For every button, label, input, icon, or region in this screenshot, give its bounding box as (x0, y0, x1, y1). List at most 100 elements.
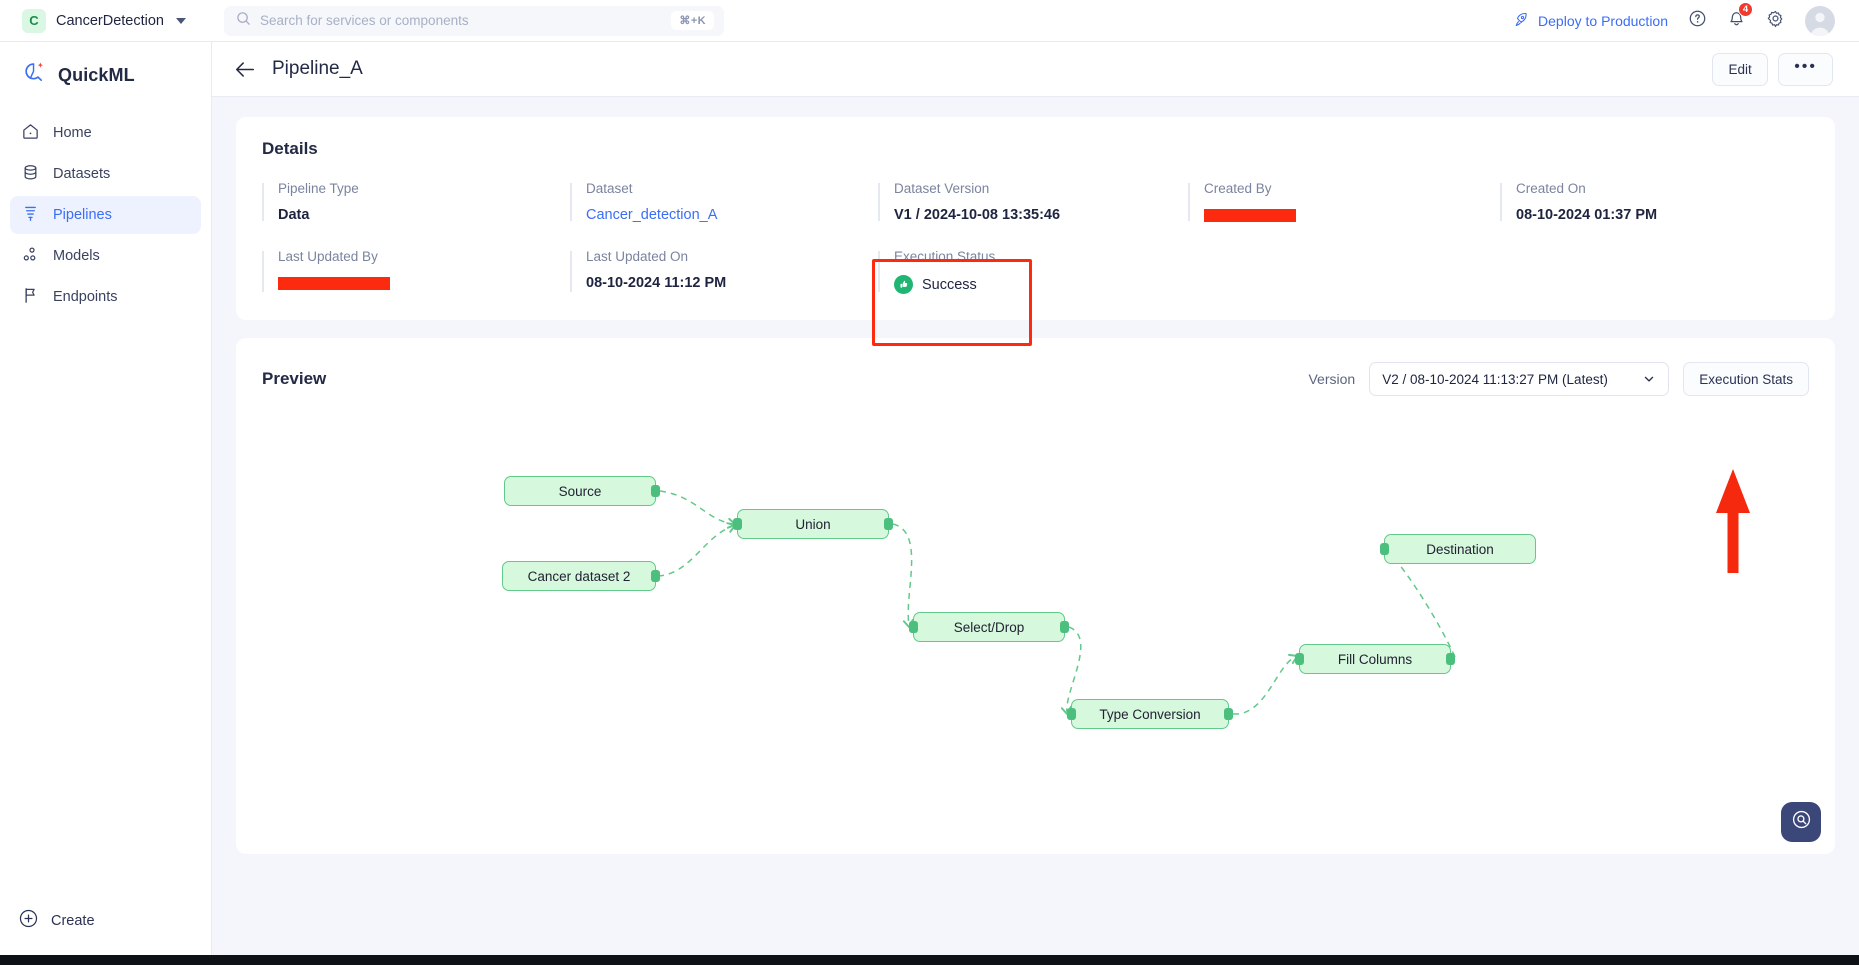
redacted-value (1204, 208, 1296, 222)
page-title: Pipeline_A (272, 58, 363, 79)
brand-name: QuickML (58, 64, 135, 85)
notification-badge: 4 (1738, 1, 1753, 17)
org-avatar: C (22, 8, 46, 33)
settings-button[interactable] (1766, 9, 1785, 33)
field-label: Dataset Version (894, 181, 990, 196)
chevron-down-icon (1642, 372, 1656, 386)
page-header-actions: Edit ••• (1712, 52, 1833, 86)
sidebar-item-pipelines[interactable]: Pipelines (10, 196, 201, 234)
field-label: Created By (1204, 181, 1272, 196)
node-handle-left[interactable] (733, 518, 742, 530)
preview-title: Preview (262, 369, 327, 388)
search-input[interactable] (260, 13, 663, 28)
version-selected-value: V2 / 08-10-2024 11:13:27 PM (Latest) (1382, 371, 1608, 387)
sidebar-nav: Home Datasets Pipelines Models Endpoints (0, 110, 211, 316)
field-value (1204, 207, 1500, 223)
flow-node-label: Fill Columns (1337, 651, 1413, 667)
dataset-link[interactable]: Cancer_detection_A (586, 207, 878, 223)
node-handle-right[interactable] (1060, 621, 1069, 633)
sidebar: QuickML Home Datasets Pipelines Models E… (0, 42, 212, 965)
org-switcher[interactable]: C CancerDetection (0, 8, 212, 33)
notifications-button[interactable]: 4 (1727, 1, 1753, 33)
node-handle-left[interactable] (1067, 708, 1076, 720)
help-button[interactable] (1688, 9, 1707, 33)
field-execution-status: Execution Status Success (878, 249, 1188, 294)
status-text: Success (922, 276, 977, 293)
chevron-down-icon (176, 17, 186, 24)
details-title: Details (262, 139, 318, 158)
sidebar-item-label: Home (53, 124, 92, 141)
sidebar-item-label: Datasets (53, 165, 111, 182)
content-area: Details Pipeline Type Data Dataset Cance… (212, 97, 1859, 854)
field-label: Created On (1516, 181, 1586, 196)
more-options-button[interactable]: ••• (1778, 52, 1833, 86)
flow-node-fill-columns[interactable]: Fill Columns (1295, 644, 1455, 674)
top-bar: C CancerDetection ⌘+K (0, 0, 1859, 42)
flow-node-label: Type Conversion (1099, 706, 1201, 722)
node-handle-left[interactable] (1295, 653, 1304, 665)
back-arrow-icon[interactable] (234, 60, 256, 79)
node-handle-left[interactable] (909, 621, 918, 633)
quickml-logo-icon (22, 60, 47, 90)
node-handle-left[interactable] (1380, 543, 1389, 555)
node-handle-right[interactable] (884, 518, 893, 530)
search-bar[interactable]: ⌘+K (224, 5, 724, 36)
search-zoom-icon (1791, 809, 1812, 835)
flow-node-label: Source (558, 483, 602, 499)
brand-logo: QuickML (0, 42, 211, 110)
field-label: Last Updated On (586, 249, 689, 264)
create-label: Create (51, 912, 95, 929)
field-value: 08-10-2024 01:37 PM (1516, 207, 1658, 223)
flow-node-destination[interactable]: Destination (1380, 534, 1536, 564)
sidebar-item-label: Pipelines (53, 206, 112, 223)
node-handle-right[interactable] (651, 570, 660, 582)
field-value: V1 / 2024-10-08 13:35:46 (894, 207, 1061, 223)
help-circle-icon (1688, 9, 1707, 33)
flow-node-cancer-dataset-2[interactable]: Cancer dataset 2 (502, 561, 660, 591)
flow-node-union[interactable]: Union (733, 509, 893, 539)
deploy-to-production-button[interactable]: Deploy to Production (1512, 11, 1668, 31)
sidebar-item-home[interactable]: Home (10, 114, 201, 152)
rocket-icon (1512, 11, 1529, 31)
details-card: Details Pipeline Type Data Dataset Cance… (236, 117, 1835, 320)
field-label: Dataset (586, 181, 633, 196)
version-label: Version (1308, 371, 1356, 387)
field-value: 08-10-2024 11:12 PM (586, 275, 727, 291)
field-dataset-version: Dataset Version V1 / 2024-10-08 13:35:46 (878, 181, 1188, 223)
flag-icon (21, 286, 40, 309)
flow-node-label: Destination (1426, 541, 1494, 557)
flow-node-source[interactable]: Source (504, 476, 660, 506)
pipeline-flow-canvas[interactable]: Source Cancer dataset 2 Union Select/Dro… (236, 416, 1835, 854)
page-header: Pipeline_A Edit ••• (212, 42, 1859, 97)
execution-stats-button[interactable]: Execution Stats (1683, 362, 1809, 396)
flow-node-select-drop[interactable]: Select/Drop (909, 612, 1069, 642)
avatar[interactable] (1805, 5, 1835, 36)
nodes-icon (21, 245, 40, 268)
flow-node-label: Select/Drop (953, 619, 1025, 635)
sidebar-item-datasets[interactable]: Datasets (10, 155, 201, 193)
sidebar-item-models[interactable]: Models (10, 237, 201, 275)
node-handle-right[interactable] (651, 485, 660, 497)
version-select[interactable]: V2 / 08-10-2024 11:13:27 PM (Latest) (1369, 362, 1670, 396)
app-root: C CancerDetection ⌘+K (0, 0, 1859, 965)
field-value: Data (278, 207, 310, 223)
preview-controls: Version V2 / 08-10-2024 11:13:27 PM (Lat… (1308, 362, 1809, 396)
field-label: Execution Status (894, 249, 996, 264)
create-button[interactable]: Create (14, 908, 95, 933)
node-handle-right[interactable] (1224, 708, 1233, 720)
field-pipeline-type: Pipeline Type Data (262, 181, 570, 223)
zoom-search-fab[interactable] (1781, 802, 1821, 842)
sidebar-item-endpoints[interactable]: Endpoints (10, 278, 201, 316)
search-icon (236, 11, 251, 31)
field-created-by: Created By (1188, 181, 1500, 223)
gear-icon (1766, 9, 1785, 33)
flow-node-type-conversion[interactable]: Type Conversion (1067, 699, 1233, 729)
topbar-actions: Deploy to Production 4 (1512, 1, 1859, 36)
edit-button[interactable]: Edit (1712, 52, 1769, 86)
search-shortcut-badge: ⌘+K (671, 11, 714, 30)
node-handle-right[interactable] (1446, 653, 1455, 665)
sidebar-item-label: Endpoints (53, 288, 118, 305)
details-row-1: Pipeline Type Data Dataset Cancer_detect… (236, 181, 1835, 223)
thumbs-up-icon (894, 275, 913, 294)
deploy-label: Deploy to Production (1538, 12, 1668, 29)
